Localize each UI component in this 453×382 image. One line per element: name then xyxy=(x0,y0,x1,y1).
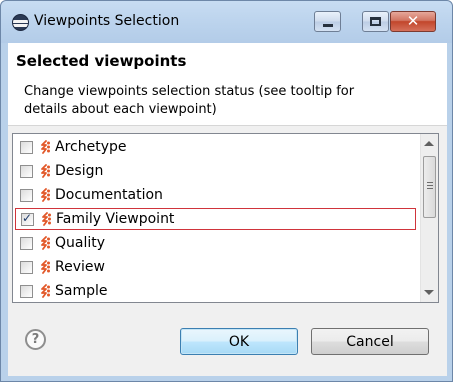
viewpoint-label: Family Viewpoint xyxy=(56,211,175,227)
viewpoint-item[interactable]: Review xyxy=(15,256,416,278)
viewpoint-item[interactable]: Quality xyxy=(15,232,416,254)
viewpoint-icon xyxy=(40,212,52,226)
cancel-button[interactable]: Cancel xyxy=(311,328,429,355)
viewpoint-icon xyxy=(39,188,51,202)
header-description: Change viewpoints selection status (see … xyxy=(24,84,355,117)
title-bar[interactable]: Viewpoints Selection ✕ xyxy=(1,1,452,43)
help-button[interactable]: ? xyxy=(25,329,46,350)
viewpoint-checkbox[interactable] xyxy=(20,284,33,298)
viewpoint-icon xyxy=(39,164,51,178)
viewpoint-label: Review xyxy=(55,259,105,275)
close-button[interactable]: ✕ xyxy=(390,11,436,32)
close-icon: ✕ xyxy=(406,12,420,30)
viewpoint-icon xyxy=(39,140,51,154)
viewpoint-label: Archetype xyxy=(55,139,127,155)
eclipse-app-icon xyxy=(12,14,29,31)
viewpoint-item[interactable]: Family Viewpoint xyxy=(15,208,416,230)
viewpoint-item[interactable]: Documentation xyxy=(15,184,416,206)
viewpoint-item[interactable]: Sample xyxy=(15,280,416,302)
viewpoint-item[interactable]: Archetype xyxy=(15,136,416,158)
scroll-down-arrow-icon[interactable] xyxy=(424,290,434,295)
viewpoint-label: Documentation xyxy=(55,187,163,203)
viewpoint-label: Design xyxy=(55,163,104,179)
viewpoint-icon xyxy=(39,236,51,250)
viewpoint-checkbox[interactable] xyxy=(20,164,33,178)
viewpoint-checkbox[interactable] xyxy=(20,140,33,154)
viewpoint-checkbox[interactable] xyxy=(20,188,33,202)
dialog-header: Selected viewpoints Change viewpoints se… xyxy=(8,43,447,125)
dialog-content: Archetype Design Documentation Family Viewp… xyxy=(8,125,447,376)
maximize-button[interactable] xyxy=(362,11,389,32)
window-title: Viewpoints Selection xyxy=(34,13,180,29)
scroll-up-arrow-icon[interactable] xyxy=(424,141,434,146)
dialog-window: Viewpoints Selection ✕ Selected viewpoin… xyxy=(0,0,453,382)
viewpoint-item[interactable]: Design xyxy=(15,160,416,182)
maximize-icon xyxy=(370,17,381,26)
viewpoints-list[interactable]: Archetype Design Documentation Family Viewp… xyxy=(12,133,439,303)
viewpoint-checkbox[interactable] xyxy=(20,236,33,250)
minimize-icon xyxy=(322,24,333,27)
viewpoint-checkbox[interactable] xyxy=(20,260,33,274)
viewpoints-list-items: Archetype Design Documentation Family Viewp… xyxy=(13,134,420,302)
viewpoint-icon xyxy=(39,284,51,298)
ok-button[interactable]: OK xyxy=(180,328,298,355)
viewpoint-label: Sample xyxy=(55,283,108,299)
viewpoint-label: Quality xyxy=(55,235,106,251)
scrollbar-thumb[interactable] xyxy=(423,156,436,218)
viewpoint-checkbox[interactable] xyxy=(21,211,34,226)
minimize-button[interactable] xyxy=(314,11,341,32)
vertical-scrollbar[interactable] xyxy=(420,134,438,302)
viewpoint-icon xyxy=(39,260,51,274)
header-title: Selected viewpoints xyxy=(16,52,187,70)
